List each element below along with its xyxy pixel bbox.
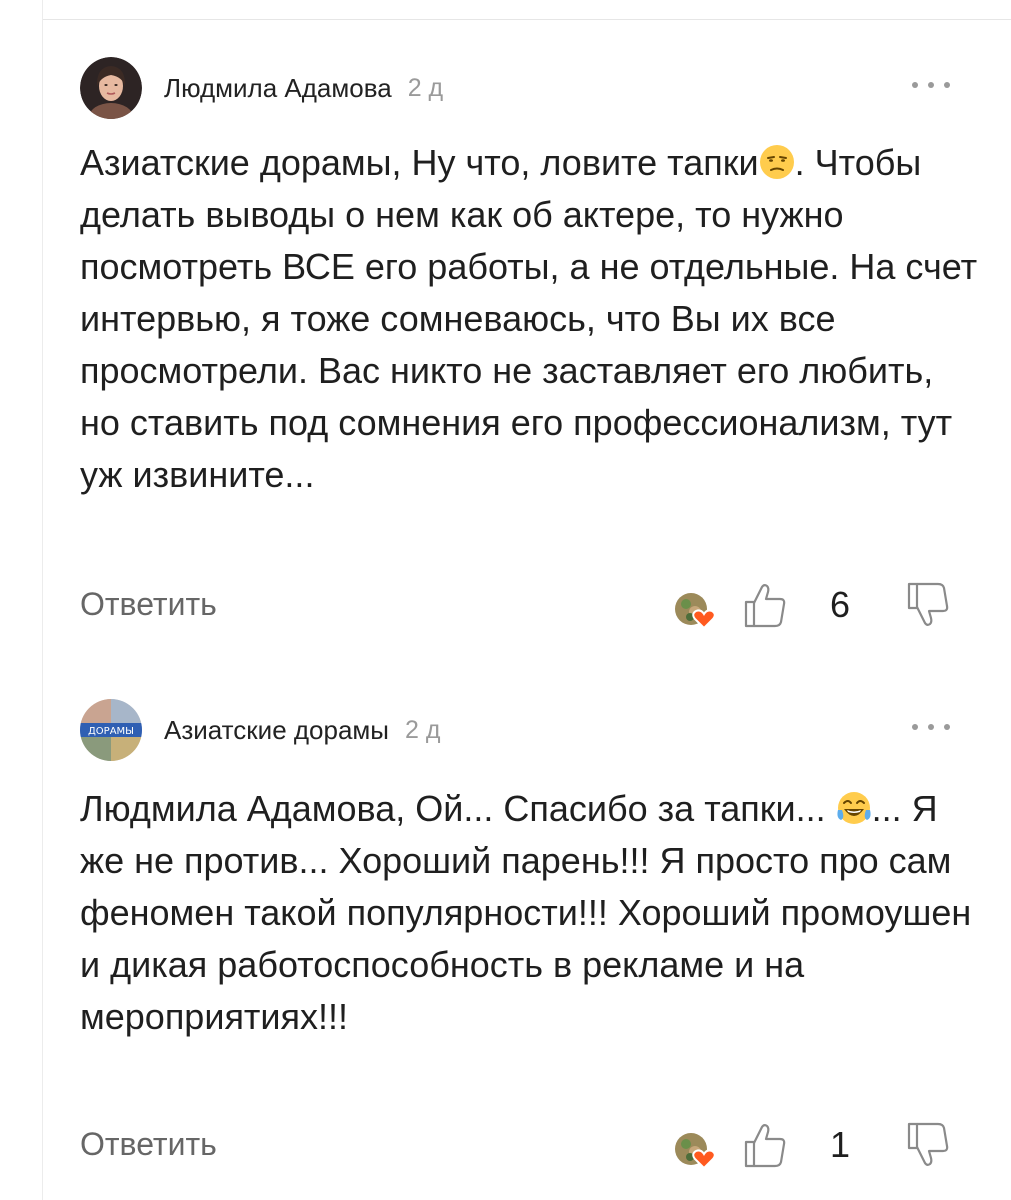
thumb-down-icon[interactable] <box>906 582 950 628</box>
tears-of-joy-face-icon <box>837 792 871 824</box>
reply-button[interactable]: Ответить <box>80 586 217 623</box>
like-count: 1 <box>830 1124 851 1165</box>
comment-header: ДОРАМЫ Азиатские дорамы 2 д <box>80 698 960 762</box>
reply-button[interactable]: Ответить <box>80 1126 217 1163</box>
more-menu-icon[interactable] <box>912 70 950 100</box>
thumb-up-icon[interactable] <box>743 582 787 628</box>
comment-text-part: . Чтобы делать выводы о нем как об актер… <box>80 142 978 495</box>
timestamp: 2 д <box>405 715 441 744</box>
comment-actions: Ответить 6 <box>80 582 960 634</box>
top-divider <box>42 0 1011 20</box>
reactor-avatar-heart-icon <box>675 593 716 630</box>
thread-line <box>42 19 43 1200</box>
comment-text-part: Азиатские дорамы, Ну что, ловите тапки <box>80 142 759 183</box>
author-name[interactable]: Людмила Адамова <box>164 73 392 104</box>
like-count: 6 <box>830 584 851 625</box>
more-menu-icon[interactable] <box>912 712 950 742</box>
timestamp: 2 д <box>407 73 444 102</box>
avatar-label: ДОРАМЫ <box>88 726 134 737</box>
author-name[interactable]: Азиатские дорамы <box>164 715 389 746</box>
thumb-down-icon[interactable] <box>906 1122 950 1168</box>
comment-text: Людмила Адамова, Ой... Спасибо за тапки.… <box>80 783 980 1043</box>
avatar[interactable] <box>80 57 142 119</box>
comment-header: Людмила Адамова 2 д <box>80 56 960 120</box>
comment-text-part: Людмила Адамова, Ой... Спасибо за тапки.… <box>80 788 836 829</box>
comment-text: Азиатские дорамы, Ну что, ловите тапки .… <box>80 137 980 501</box>
reactor-avatar-heart-icon <box>675 1133 716 1170</box>
avatar[interactable]: ДОРАМЫ <box>80 699 142 761</box>
comment-actions: Ответить 1 <box>80 1122 960 1174</box>
thumb-up-icon[interactable] <box>743 1122 787 1168</box>
unamused-face-icon <box>759 145 794 179</box>
